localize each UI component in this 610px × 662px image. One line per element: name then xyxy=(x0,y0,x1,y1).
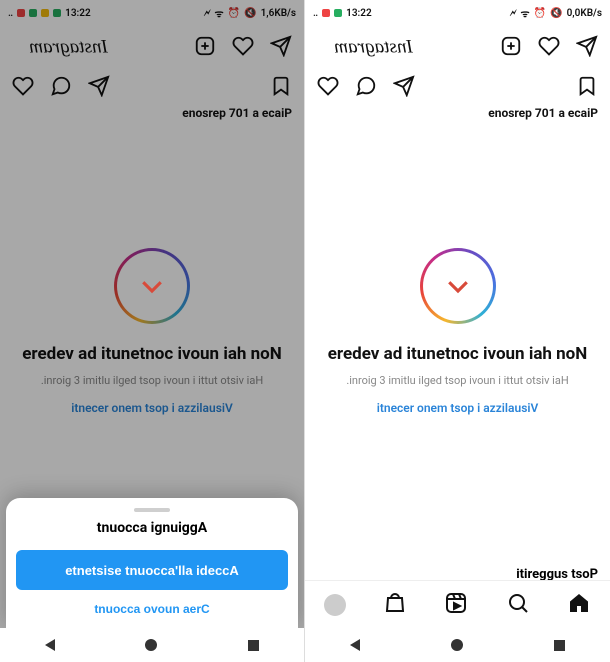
svg-text:Instagram: Instagram xyxy=(29,36,108,57)
caught-up-section: Non hai nuovi contenuti da vedere Hai vi… xyxy=(0,128,304,415)
screenshot-left: 🗲 ᯤ ⏰ 🔇 1,6KB/s ‥ 13:22 xyxy=(0,0,305,662)
status-app-icon xyxy=(17,9,25,17)
bottom-tab-bar xyxy=(305,580,610,628)
status-app-icon xyxy=(53,9,61,17)
like-icon[interactable] xyxy=(317,75,339,101)
like-icon[interactable] xyxy=(12,75,34,101)
comment-icon[interactable] xyxy=(355,75,377,101)
bookmark-icon[interactable] xyxy=(576,75,598,101)
tab-home-icon[interactable] xyxy=(567,591,591,619)
tab-search-icon[interactable] xyxy=(506,591,530,619)
comment-icon[interactable] xyxy=(50,75,72,101)
status-notif-dots: ‥ xyxy=(8,8,13,19)
status-battery-icon: 🗲 xyxy=(204,8,211,19)
recents-key[interactable] xyxy=(248,640,259,651)
caught-up-subtitle: Hai visto tutti i nuovi post degli ultim… xyxy=(305,374,610,387)
caught-up-icon xyxy=(420,248,496,324)
bookmark-icon[interactable] xyxy=(270,75,292,101)
back-key[interactable] xyxy=(350,639,360,651)
status-alarm-icon: ⏰ xyxy=(534,8,546,19)
status-battery-icon: 🗲 xyxy=(510,8,517,19)
status-alarm-icon: ⏰ xyxy=(228,8,240,19)
status-bar: 🗲 ᯤ ⏰ 🔇 0,0KB/s ‥ 13:22 xyxy=(305,0,610,26)
recents-key[interactable] xyxy=(554,640,565,651)
caught-up-section: Non hai nuovi contenuti da vedere Hai vi… xyxy=(305,128,610,415)
likes-count[interactable]: Piace a 107 persone xyxy=(305,106,610,128)
status-bar: 🗲 ᯤ ⏰ 🔇 1,6KB/s ‥ 13:22 xyxy=(0,0,304,26)
view-older-link[interactable]: Visualizza i post meno recenti xyxy=(0,401,304,415)
app-header: Instagram xyxy=(305,26,610,70)
heart-icon[interactable] xyxy=(232,35,254,61)
sheet-title: Aggiungi account xyxy=(16,520,288,536)
instagram-logo[interactable]: Instagram xyxy=(317,32,413,64)
status-time: 13:22 xyxy=(346,8,372,19)
home-key[interactable] xyxy=(145,639,157,651)
new-post-icon[interactable] xyxy=(194,35,216,61)
sheet-handle[interactable] xyxy=(134,508,170,512)
status-app-icon xyxy=(322,9,330,17)
status-net: 0,0KB/s xyxy=(567,8,602,19)
view-older-link[interactable]: Visualizza i post meno recenti xyxy=(305,401,610,415)
add-account-sheet: Aggiungi account Accedi all'account esis… xyxy=(6,498,298,628)
caught-up-subtitle: Hai visto tutti i nuovi post degli ultim… xyxy=(0,374,304,387)
new-post-icon[interactable] xyxy=(500,35,522,61)
heart-icon[interactable] xyxy=(538,35,560,61)
status-time: 13:22 xyxy=(65,8,91,19)
home-key[interactable] xyxy=(451,639,463,651)
system-nav xyxy=(305,628,610,662)
status-mute-icon: 🔇 xyxy=(244,8,256,19)
status-mute-icon: 🔇 xyxy=(550,8,562,19)
status-notif-dots: ‥ xyxy=(313,8,318,19)
login-existing-button[interactable]: Accedi all'account esistente xyxy=(16,550,288,590)
status-net: 1,6KB/s xyxy=(261,8,296,19)
caught-up-title: Non hai nuovi contenuti da vedere xyxy=(305,344,610,364)
back-key[interactable] xyxy=(45,639,55,651)
create-account-button[interactable]: Crea nuovo account xyxy=(16,602,288,616)
caught-up-title: Non hai nuovi contenuti da vedere xyxy=(0,344,304,364)
tab-profile-icon[interactable] xyxy=(324,594,346,616)
share-icon[interactable] xyxy=(393,75,415,101)
status-app-icon xyxy=(334,9,342,17)
status-app-icon xyxy=(41,9,49,17)
tab-shop-icon[interactable] xyxy=(383,591,407,619)
svg-text:Instagram: Instagram xyxy=(334,36,413,57)
status-app-icon xyxy=(29,9,37,17)
share-icon[interactable] xyxy=(88,75,110,101)
post-actions xyxy=(0,70,304,106)
messenger-icon[interactable] xyxy=(270,35,292,61)
likes-count[interactable]: Piace a 107 persone xyxy=(0,106,304,128)
screenshot-right: 🗲 ᯤ ⏰ 🔇 0,0KB/s ‥ 13:22 xyxy=(305,0,610,662)
status-wifi-icon: ᯤ xyxy=(215,6,224,20)
system-nav xyxy=(0,628,304,662)
post-actions xyxy=(305,70,610,106)
messenger-icon[interactable] xyxy=(576,35,598,61)
caught-up-icon xyxy=(114,248,190,324)
status-wifi-icon: ᯤ xyxy=(521,6,530,20)
instagram-logo[interactable]: Instagram xyxy=(12,32,108,64)
tab-reels-icon[interactable] xyxy=(444,591,468,619)
app-header: Instagram xyxy=(0,26,304,70)
